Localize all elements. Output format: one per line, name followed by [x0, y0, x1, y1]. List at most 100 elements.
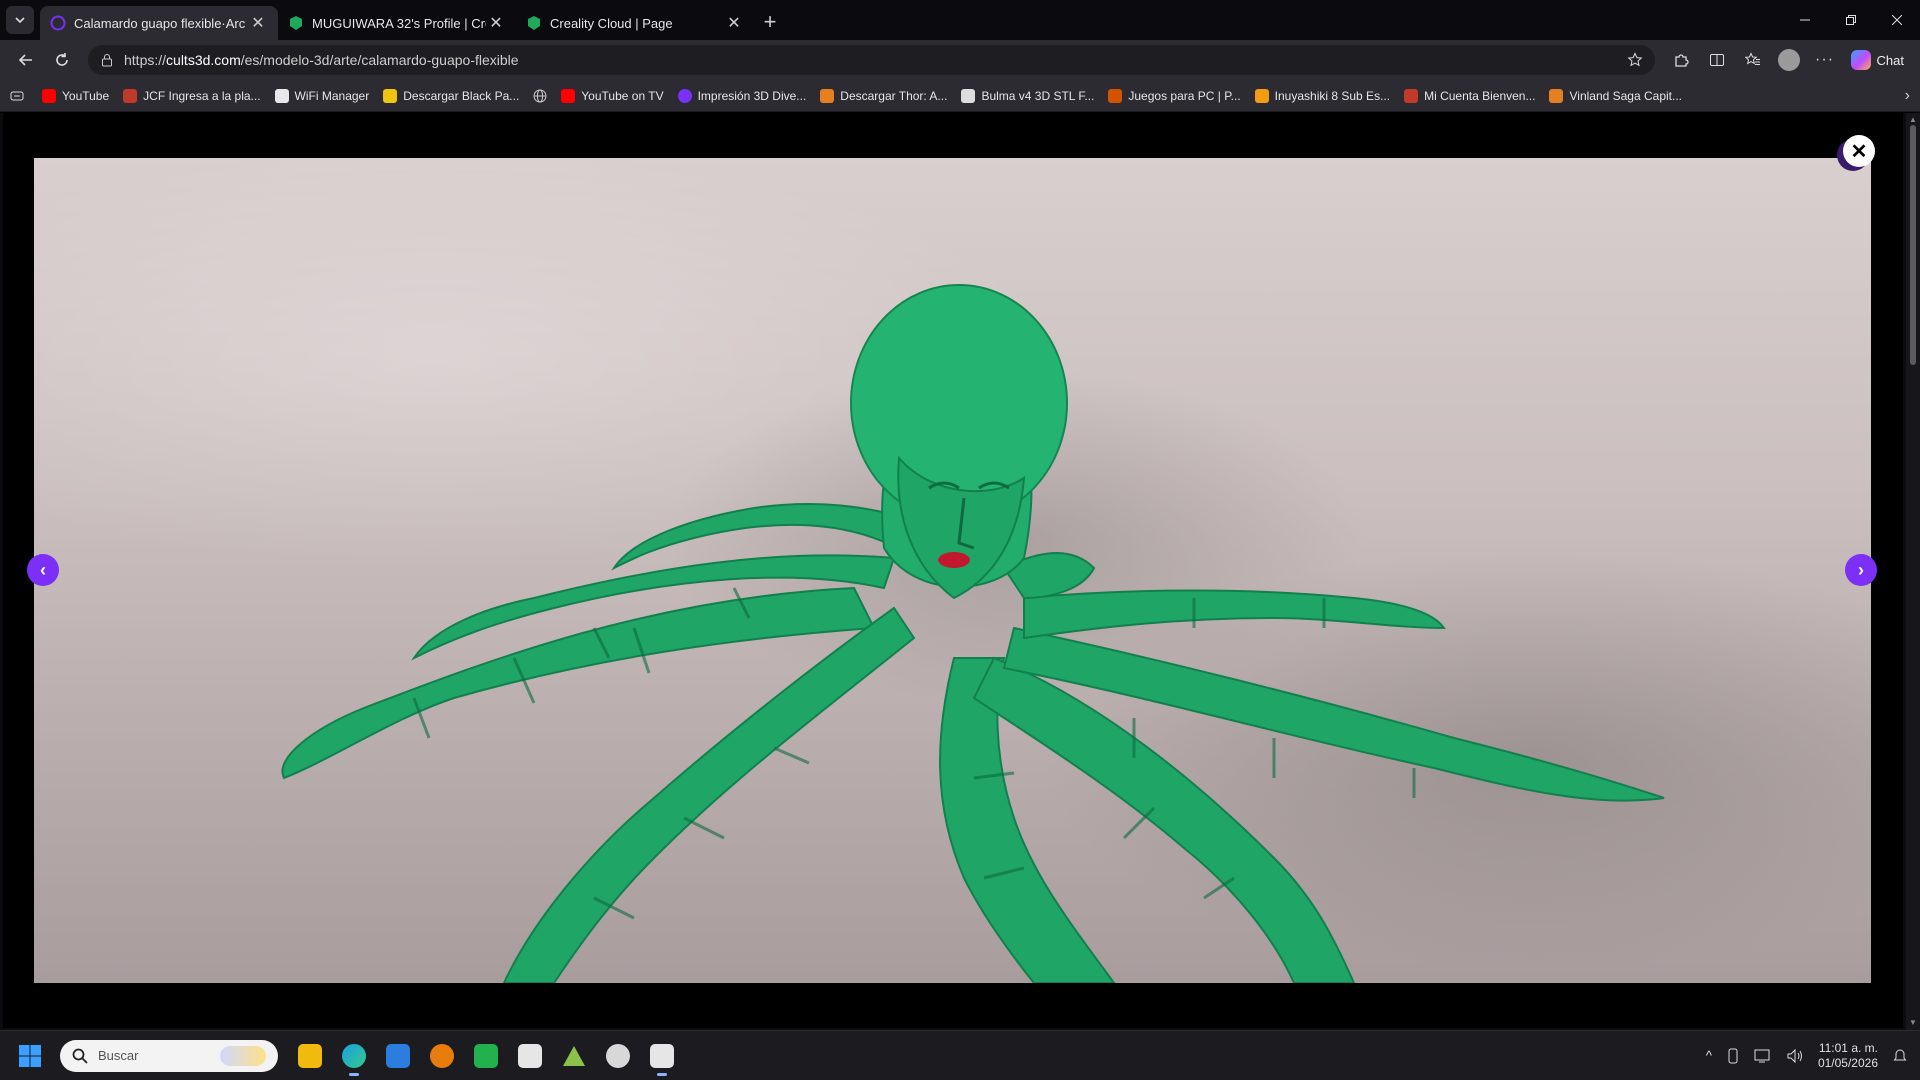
bookmarks-overflow-chevron-icon[interactable]: ›	[1905, 87, 1910, 105]
taskbar-app-xbox[interactable]	[596, 1034, 640, 1078]
bookmark-item[interactable]: Mi Cuenta Bienven...	[1404, 88, 1536, 103]
close-tab-icon[interactable]: ✕	[248, 13, 268, 33]
bookmark-item[interactable]: JCF Ingresa a la pla...	[123, 88, 261, 103]
green-app-icon	[474, 1043, 498, 1068]
account-icon	[1404, 88, 1419, 103]
bookmark-item[interactable]: Impresión 3D Dive...	[677, 88, 806, 103]
jcf-icon	[123, 88, 138, 103]
network-icon[interactable]	[1754, 1048, 1772, 1064]
creality-icon	[528, 16, 540, 30]
favorites-button[interactable]	[1735, 44, 1771, 76]
capcut-icon	[518, 1043, 542, 1068]
star-icon[interactable]	[1627, 52, 1643, 68]
previous-image-button[interactable]: ‹	[27, 554, 59, 586]
tab-creality-cloud[interactable]: Creality Cloud | Page ✕	[516, 6, 754, 40]
tab-creality-profile[interactable]: MUGUIWARA 32's Profile | Creality ✕	[278, 6, 516, 40]
close-tab-icon[interactable]: ✕	[486, 13, 506, 33]
usb-device-icon[interactable]	[1726, 1048, 1740, 1064]
bookmark-item[interactable]: YouTube on TV	[561, 88, 664, 103]
taskbar-app-store[interactable]	[376, 1034, 420, 1078]
taskbar-search-box[interactable]: Buscar	[60, 1039, 278, 1072]
bookmark-item[interactable]: Bulma v4 3D STL F...	[961, 88, 1094, 103]
search-icon	[72, 1048, 88, 1064]
bookmark-label: Mi Cuenta Bienven...	[1424, 88, 1536, 103]
restore-button[interactable]	[1828, 0, 1874, 40]
taskbar-apps	[288, 1034, 684, 1078]
bookmark-label: WiFi Manager	[294, 88, 370, 103]
system-tray: ^ 11:01 a. m. 01/05/2026	[1706, 1041, 1908, 1071]
bookmarks-folder-icon	[10, 91, 24, 100]
capcut-icon-2	[650, 1043, 674, 1068]
taskbar-app-capcut-2[interactable]	[640, 1034, 684, 1078]
split-screen-icon	[1709, 54, 1724, 66]
browser-toolbar: https://cults3d.com/es/modelo-3d/arte/ca…	[0, 40, 1920, 80]
windows-taskbar: Buscar ^ 11:01 a. m. 01/05/2026	[0, 1030, 1920, 1080]
octopus-print-illustration	[281, 284, 1665, 983]
url-path: /es/modelo-3d/arte/calamardo-guapo-flexi…	[240, 52, 519, 68]
bookmark-item[interactable]: Juegos para PC | P...	[1108, 88, 1241, 103]
bookmark-label: Descargar Black Pa...	[403, 88, 520, 103]
youtube-icon	[561, 88, 576, 103]
next-image-button[interactable]: ›	[1845, 554, 1877, 586]
taskbar-app-capcut[interactable]	[508, 1034, 552, 1078]
tab-cults3d[interactable]: Calamardo guapo flexible·Arc ✕	[40, 6, 278, 40]
close-lightbox-button[interactable]: ✕	[1843, 135, 1875, 167]
tab-actions-menu-button[interactable]	[6, 6, 34, 34]
tab-title: Creality Cloud | Page	[550, 15, 673, 31]
copilot-chat-button[interactable]: Chat	[1843, 50, 1912, 70]
arrow-left-icon	[18, 54, 32, 66]
taskbar-app-green[interactable]	[464, 1034, 508, 1078]
profile-button[interactable]	[1771, 44, 1807, 76]
scrollbar-thumb[interactable]	[1910, 125, 1916, 365]
clock-date: 01/05/2026	[1817, 1055, 1878, 1070]
back-button[interactable]	[8, 44, 44, 76]
show-hidden-icons-chevron-up-icon[interactable]: ^	[1706, 1048, 1712, 1063]
scroll-down-arrow-icon[interactable]: ▼	[1908, 1018, 1918, 1028]
bookmark-item[interactable]: Vinland Saga Capit...	[1549, 88, 1683, 103]
taskbar-app-edge[interactable]	[332, 1034, 376, 1078]
tab-title: Calamardo guapo flexible·Arc	[74, 15, 246, 31]
volume-icon[interactable]	[1786, 1048, 1804, 1064]
chevron-left-icon: ‹	[40, 559, 46, 580]
clock-time: 11:01 a. m.	[1818, 1040, 1878, 1055]
start-button[interactable]	[12, 1038, 48, 1074]
bookmark-item[interactable]: YouTube	[42, 88, 109, 103]
vinland-icon	[1549, 88, 1564, 103]
bookmark-item[interactable]: Inuyashiki 8 Sub Es...	[1254, 88, 1391, 103]
system-clock[interactable]: 11:01 a. m. 01/05/2026	[1818, 1041, 1878, 1071]
reload-icon	[56, 53, 68, 66]
notifications-bell-icon[interactable]	[1892, 1048, 1908, 1064]
anime-icon	[1254, 88, 1269, 103]
page-scrollbar[interactable]: ▲ ▼	[1906, 113, 1920, 1030]
scroll-up-arrow-icon[interactable]: ▲	[1908, 115, 1918, 125]
games-icon	[1108, 88, 1123, 103]
bookmark-label: Vinland Saga Capit...	[1569, 88, 1683, 103]
taskbar-app-blender[interactable]	[420, 1034, 464, 1078]
edge-icon	[342, 1043, 366, 1068]
bookmark-item[interactable]: Descargar Black Pa...	[383, 88, 520, 103]
split-screen-button[interactable]	[1699, 44, 1735, 76]
favorites-icon	[1744, 52, 1760, 65]
more-dots-icon: ···	[1815, 51, 1835, 68]
avatar	[1777, 49, 1800, 71]
bookmark-label: Inuyashiki 8 Sub Es...	[1274, 88, 1391, 103]
extensions-button[interactable]	[1663, 44, 1699, 76]
bookmark-item[interactable]: Descargar Thor: A...	[820, 88, 947, 103]
bookmark-label: Juegos para PC | P...	[1128, 88, 1241, 103]
bookmarks-hub-button[interactable]	[10, 89, 24, 103]
more-menu-button[interactable]: ···	[1807, 44, 1843, 76]
minimize-icon	[1800, 19, 1810, 21]
file-explorer-icon	[298, 1043, 322, 1068]
taskbar-app-triangle[interactable]	[552, 1034, 596, 1078]
minimize-button[interactable]	[1782, 0, 1828, 40]
address-bar[interactable]: https://cults3d.com/es/modelo-3d/arte/ca…	[88, 45, 1655, 75]
taskbar-app-file-explorer[interactable]	[288, 1034, 332, 1078]
bookmark-item[interactable]: WiFi Manager	[274, 88, 370, 103]
download-site-icon	[820, 88, 835, 103]
close-window-button[interactable]	[1874, 0, 1920, 40]
bookmark-item[interactable]	[533, 89, 547, 103]
close-tab-icon[interactable]: ✕	[724, 13, 744, 33]
new-tab-button[interactable]: +	[754, 6, 786, 38]
page-viewport: ‹ › ✕ ▲ ▼	[0, 113, 1920, 1030]
reload-button[interactable]	[44, 44, 80, 76]
